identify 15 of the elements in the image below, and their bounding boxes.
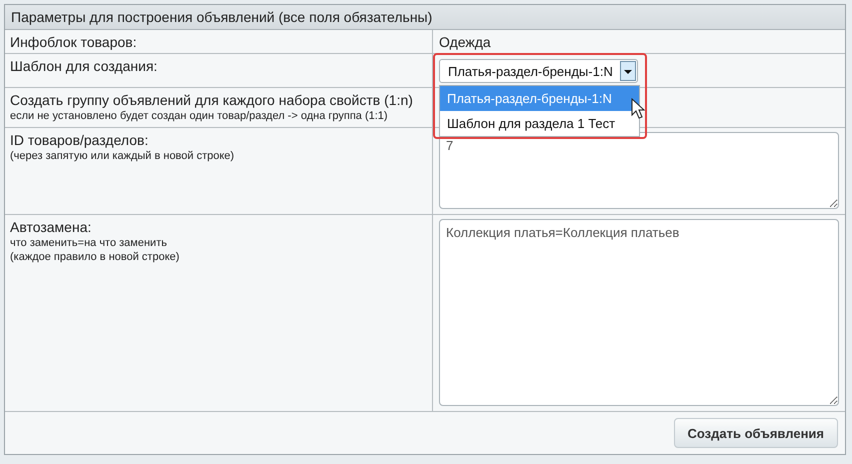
template-select[interactable]: Платья-раздел-бренды-1:N (439, 59, 638, 83)
create-button[interactable]: Создать объявления (674, 418, 838, 448)
text-area[interactable]: Коллекция платья=Коллекция платьев (439, 219, 839, 406)
field-value: Одежда (439, 34, 491, 51)
field-label: Автозамена: (10, 219, 92, 236)
field-label: ID товаров/разделов: (10, 132, 148, 149)
panel-header: Параметры для построения объявлений (все поля обязательны) (5, 5, 845, 30)
field-hint: (каждое правило в новой строке) (10, 250, 180, 264)
field-label: Инфоблок товаров: (10, 34, 137, 51)
field-label: Создать группу объявлений для каждого набора свойств (1:n) (10, 92, 413, 109)
field-hint: что заменить=на что заменить (10, 236, 167, 250)
field-hint: если не установлено будет создан один товар/раздел -> одна группа (1:1) (10, 109, 388, 123)
field-hint: (через запятую или каждый в новой строке) (10, 149, 234, 163)
field-label: Шаблон для создания: (10, 58, 158, 75)
text-area[interactable]: 7 (439, 132, 839, 209)
